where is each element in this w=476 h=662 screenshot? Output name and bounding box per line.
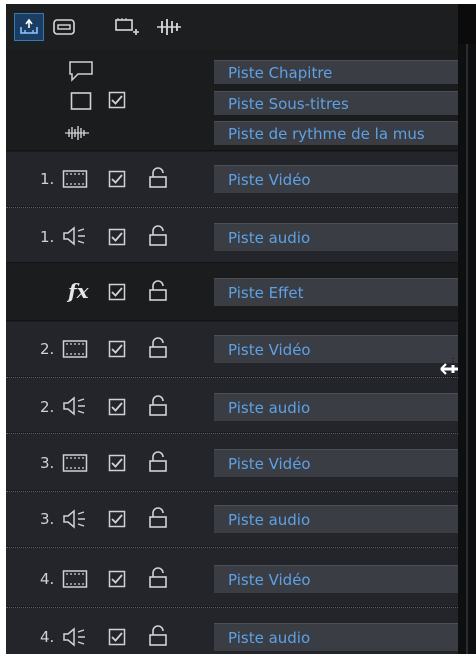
track-label[interactable]: Piste audio — [214, 223, 458, 251]
beat-marker-button[interactable] — [152, 13, 186, 41]
speaker-icon — [62, 509, 88, 529]
track-label[interactable]: Piste Vidéo — [214, 565, 458, 593]
track-row-audio-2: 2. Piste audio — [6, 378, 458, 432]
checkbox-icon[interactable] — [108, 570, 126, 588]
checkbox-icon[interactable] — [108, 91, 126, 109]
track-row-audio-1: 1. Piste audio — [6, 208, 458, 262]
video-track-icon — [62, 169, 88, 189]
unlock-icon[interactable] — [148, 395, 168, 417]
beat-icon — [64, 124, 90, 142]
speaker-icon — [62, 226, 88, 246]
track-label[interactable]: Piste Vidéo — [214, 335, 458, 363]
track-row-audio-4: 4. Piste audio — [6, 608, 458, 654]
unlock-icon[interactable] — [148, 280, 168, 302]
add-track-button[interactable] — [112, 13, 142, 41]
track-label[interactable]: Piste Sous-titres — [214, 91, 458, 115]
track-row-music-beat: Piste de rythme de la mus — [6, 118, 458, 150]
checkbox-icon[interactable] — [108, 628, 126, 646]
track-view-button[interactable] — [48, 13, 80, 41]
checkbox-icon[interactable] — [108, 454, 126, 472]
track-row-effect: fx Piste Effet — [6, 264, 458, 320]
speaker-icon — [62, 396, 88, 416]
track-row-video-1: 1. Piste Vidéo — [6, 152, 458, 206]
track-row-subtitles: Piste Sous-titres — [6, 88, 458, 118]
unlock-icon[interactable] — [148, 337, 168, 359]
track-row-video-4: 4. Piste Vidéo — [6, 548, 458, 606]
track-row-audio-3: 3. Piste audio — [6, 492, 458, 546]
track-label[interactable]: Piste audio — [214, 393, 458, 421]
checkbox-icon[interactable] — [108, 228, 126, 246]
unlock-icon[interactable] — [148, 167, 168, 189]
track-height-button[interactable] — [14, 13, 44, 41]
timeline-divider — [466, 44, 468, 654]
checkbox-icon[interactable] — [108, 510, 126, 528]
track-height-icon — [19, 18, 39, 36]
track-toolbar — [6, 4, 458, 50]
track-label[interactable]: Piste Chapitre — [214, 60, 458, 84]
track-row-video-3: 3. Piste Vidéo — [6, 434, 458, 490]
fx-icon: fx — [68, 279, 89, 303]
separator — [6, 150, 458, 151]
timeline-edge — [458, 4, 476, 654]
subtitle-icon — [70, 91, 92, 111]
track-number: 4. — [40, 570, 55, 588]
track-row-chapter: Piste Chapitre — [6, 56, 458, 88]
track-label[interactable]: Piste de rythme de la mus — [214, 121, 458, 145]
track-number: 2. — [40, 398, 55, 416]
track-label[interactable]: Piste Vidéo — [214, 165, 458, 193]
track-number: 3. — [40, 510, 55, 528]
checkbox-icon[interactable] — [108, 283, 126, 301]
track-label[interactable]: Piste audio — [214, 505, 458, 533]
track-label[interactable]: Piste Vidéo — [214, 449, 458, 477]
separator — [6, 320, 458, 321]
video-track-icon — [62, 453, 88, 473]
track-number: 1. — [40, 170, 55, 188]
track-number: 1. — [40, 228, 55, 246]
chapter-icon — [68, 60, 94, 82]
video-track-icon — [62, 569, 88, 589]
unlock-icon[interactable] — [148, 567, 168, 589]
track-view-icon — [52, 18, 76, 36]
beat-marker-icon — [155, 17, 183, 37]
track-number: 4. — [40, 628, 55, 646]
video-track-icon — [62, 339, 88, 359]
checkbox-icon[interactable] — [108, 398, 126, 416]
unlock-icon[interactable] — [148, 625, 168, 647]
checkbox-icon[interactable] — [108, 170, 126, 188]
track-label[interactable]: Piste Effet — [214, 278, 458, 306]
unlock-icon[interactable] — [148, 451, 168, 473]
resize-cursor-icon[interactable] — [439, 356, 458, 386]
checkbox-icon[interactable] — [108, 340, 126, 358]
track-row-video-2: 2. Piste Vidéo — [6, 322, 458, 376]
unlock-icon[interactable] — [148, 507, 168, 529]
track-number: 2. — [40, 340, 55, 358]
track-number: 3. — [40, 454, 55, 472]
add-track-icon — [114, 17, 140, 37]
timeline-edge-top — [458, 4, 476, 44]
track-label[interactable]: Piste audio — [214, 623, 458, 651]
speaker-icon — [62, 627, 88, 647]
unlock-icon[interactable] — [148, 225, 168, 247]
separator — [6, 262, 458, 263]
track-panel: Piste Chapitre Piste Sous-titres Piste d… — [6, 4, 458, 654]
